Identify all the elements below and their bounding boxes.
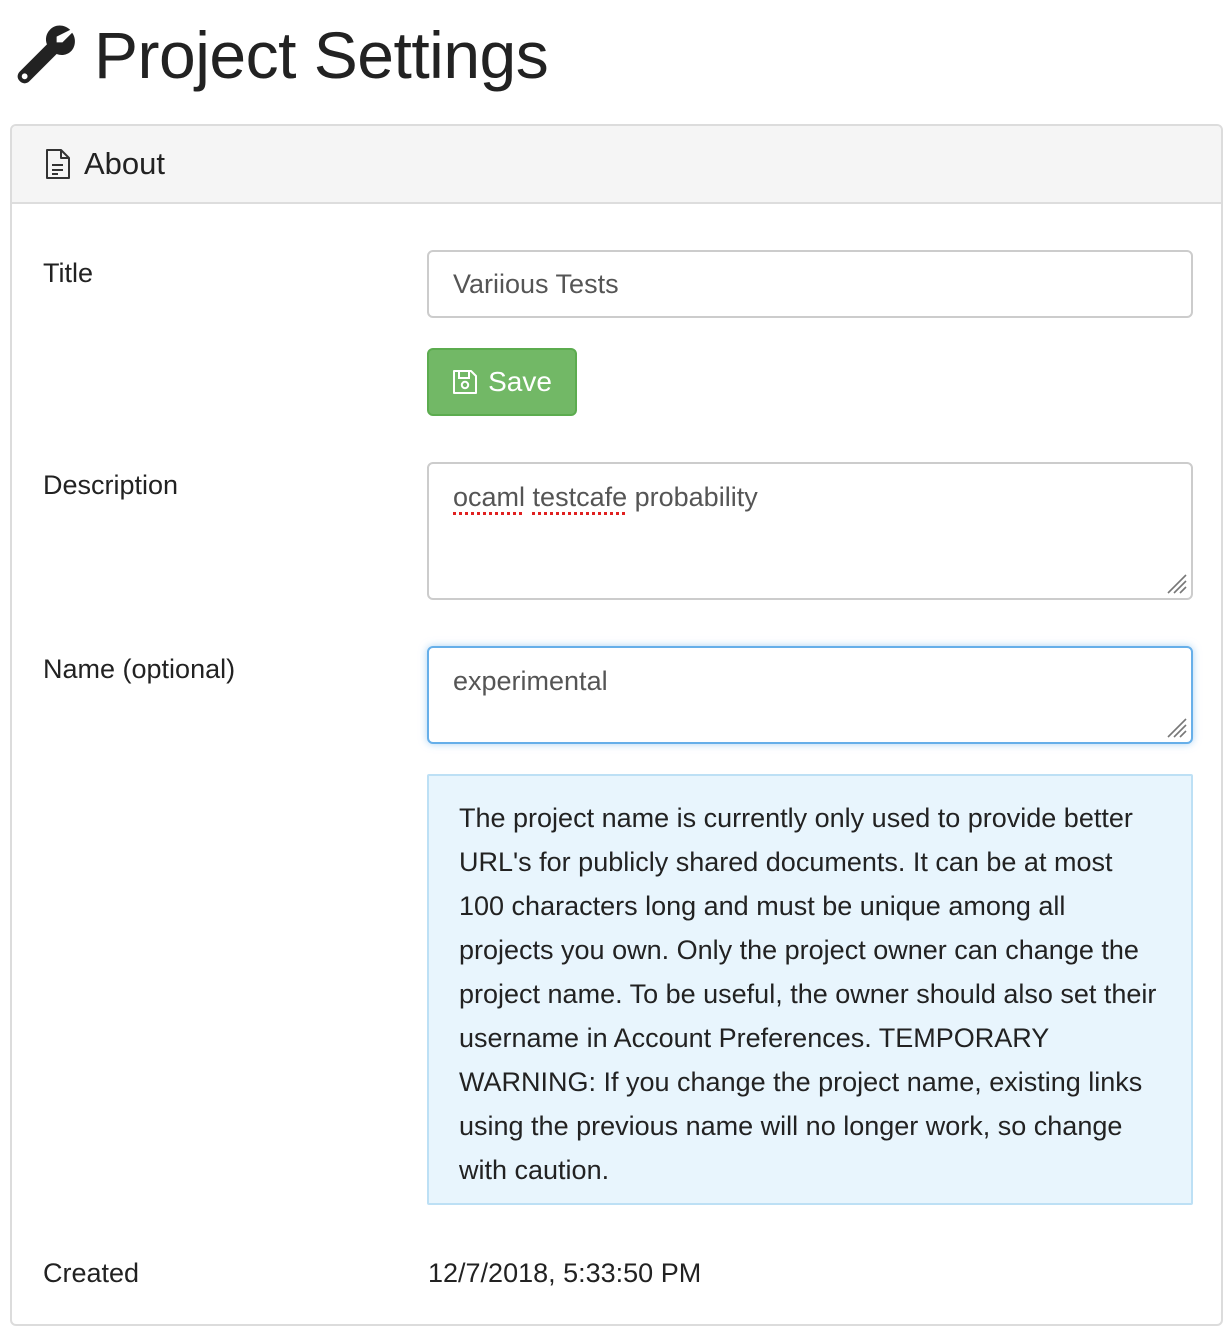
title-label: Title xyxy=(43,258,94,288)
save-button-label: Save xyxy=(488,366,552,397)
title-input[interactable]: Variious Tests xyxy=(427,250,1193,318)
description-word-misspelled: testcafe xyxy=(532,482,628,512)
page-header: Project Settings xyxy=(14,10,549,100)
description-textarea[interactable]: ocaml testcafe probability xyxy=(427,462,1193,600)
name-info-box: The project name is currently only used … xyxy=(427,774,1193,1205)
name-label: Name (optional) xyxy=(43,654,236,684)
name-textarea-value: experimental xyxy=(453,666,608,696)
description-label: Description xyxy=(43,470,179,500)
resize-handle-icon[interactable] xyxy=(1164,715,1188,739)
name-textarea[interactable]: experimental xyxy=(427,646,1193,744)
name-info-text: The project name is currently only used … xyxy=(459,803,1157,1185)
resize-handle-icon[interactable] xyxy=(1164,571,1188,595)
title-input-value: Variious Tests xyxy=(453,268,619,299)
save-button[interactable]: Save xyxy=(427,348,577,416)
panel-heading-title: About xyxy=(84,146,166,181)
file-text-icon xyxy=(46,149,70,179)
description-word-misspelled: ocaml xyxy=(453,482,526,512)
about-panel: About Title Variious Tests Save Descript… xyxy=(10,124,1223,1326)
panel-heading: About xyxy=(12,126,1221,204)
wrench-icon xyxy=(17,25,75,84)
save-icon xyxy=(453,370,478,394)
page-title: Project Settings xyxy=(94,18,549,92)
created-value: 12/7/2018, 5:33:50 PM xyxy=(428,1258,702,1288)
description-word: probability xyxy=(634,482,758,512)
created-label: Created xyxy=(43,1258,140,1288)
